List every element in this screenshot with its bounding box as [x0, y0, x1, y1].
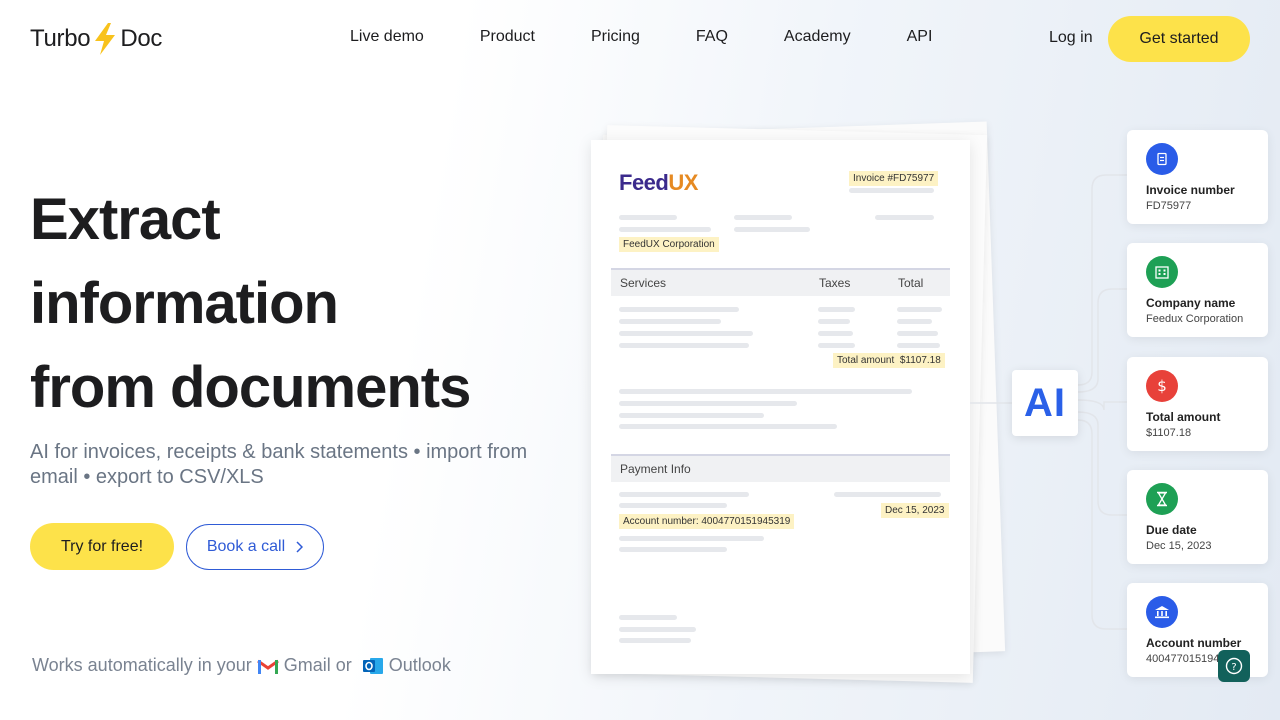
placeholder-line: [619, 401, 797, 406]
main-nav: Live demo Product Pricing FAQ Academy AP…: [350, 28, 932, 46]
works-with-email: Works automatically in your Gmail or Out…: [32, 655, 451, 676]
nav-academy[interactable]: Academy: [784, 28, 851, 46]
field-card-due-date: Due date Dec 15, 2023: [1127, 470, 1268, 564]
field-value: FD75977: [1146, 200, 1192, 212]
placeholder-line: [619, 413, 764, 418]
placeholder-line: [619, 492, 749, 497]
invoice-document: FeedUX Invoice #FD75977 FeedUX Corporati…: [591, 140, 970, 674]
help-chat-button[interactable]: ?: [1218, 650, 1250, 682]
ai-processor-box: AI: [1012, 370, 1078, 436]
payment-info-label: Payment Info: [620, 462, 691, 476]
placeholder-line: [897, 319, 932, 324]
account-number-highlight: Account number: 4004770151945319: [619, 514, 795, 529]
nav-product[interactable]: Product: [480, 28, 535, 46]
placeholder-line: [897, 307, 942, 312]
field-title: Company name: [1146, 296, 1236, 310]
logo[interactable]: Turbo Doc: [30, 22, 162, 56]
feedux-logo: FeedUX: [619, 170, 698, 196]
nav-api[interactable]: API: [907, 28, 933, 46]
col-services: Services: [620, 276, 667, 290]
get-started-button[interactable]: Get started: [1108, 16, 1250, 62]
hourglass-icon: [1146, 483, 1178, 515]
bank-icon: [1146, 596, 1178, 628]
services-table-header: Services Taxes Total: [611, 268, 950, 296]
payment-info-header: Payment Info: [611, 454, 950, 482]
field-card-company-name: Company name Feedux Corporation: [1127, 243, 1268, 337]
gmail-label: Gmail: [283, 655, 331, 675]
placeholder-line: [875, 215, 934, 220]
placeholder-line: [619, 319, 721, 324]
or-label: or: [335, 655, 352, 675]
placeholder-line: [818, 343, 855, 348]
outlook-icon: [362, 657, 383, 674]
field-card-invoice-number: Invoice number FD75977: [1127, 130, 1268, 224]
placeholder-line: [897, 343, 940, 348]
placeholder-line: [897, 331, 938, 336]
works-prefix: Works automatically in your: [32, 655, 252, 675]
brand-ux: UX: [668, 170, 698, 195]
placeholder-line: [619, 331, 753, 336]
logo-text-turbo: Turbo: [30, 25, 91, 52]
hero-headline: Extract information from documents: [30, 178, 471, 430]
nav-pricing[interactable]: Pricing: [591, 28, 640, 46]
book-a-call-label: Book a call: [206, 538, 286, 555]
col-taxes: Taxes: [819, 276, 851, 290]
total-amount-label: Total amount: [837, 355, 895, 366]
nav-faq[interactable]: FAQ: [696, 28, 728, 46]
total-amount-value: $1107.18: [899, 355, 941, 366]
placeholder-line: [834, 492, 941, 497]
placeholder-line: [849, 188, 934, 193]
placeholder-line: [619, 615, 677, 620]
book-a-call-button[interactable]: Book a call: [186, 524, 324, 570]
building-icon: [1146, 256, 1178, 288]
placeholder-line: [818, 331, 853, 336]
field-card-total-amount: $ Total amount $1107.18: [1127, 357, 1268, 451]
field-title: Due date: [1146, 523, 1197, 537]
company-highlight: FeedUX Corporation: [619, 237, 719, 252]
headline-line-2: information: [30, 271, 339, 336]
dollar-icon: $: [1146, 370, 1178, 402]
placeholder-line: [619, 343, 749, 348]
document-icon: [1146, 143, 1178, 175]
placeholder-line: [734, 215, 792, 220]
placeholder-line: [818, 307, 855, 312]
svg-text:?: ?: [1231, 662, 1236, 673]
placeholder-line: [619, 424, 837, 429]
placeholder-line: [619, 627, 696, 632]
dollar-glyph: $: [1157, 377, 1167, 395]
placeholder-line: [619, 227, 711, 232]
placeholder-line: [619, 536, 764, 541]
placeholder-line: [734, 227, 810, 232]
placeholder-line: [818, 319, 850, 324]
invoice-number-highlight: Invoice #FD75977: [849, 171, 939, 186]
field-value: $1107.18: [1146, 427, 1192, 439]
nav-live-demo[interactable]: Live demo: [350, 28, 424, 46]
placeholder-line: [619, 547, 727, 552]
field-title: Invoice number: [1146, 183, 1235, 197]
placeholder-line: [619, 503, 727, 508]
logo-text-doc: Doc: [120, 25, 163, 52]
field-title: Account number: [1146, 636, 1242, 650]
login-link[interactable]: Log in: [1049, 29, 1093, 47]
try-for-free-button[interactable]: Try for free!: [30, 523, 174, 570]
total-amount-highlight: Total amount $1107.18: [833, 353, 945, 368]
field-title: Total amount: [1146, 410, 1221, 424]
chevron-right-icon: [296, 541, 304, 553]
brand-feed: Feed: [619, 170, 669, 195]
due-date-highlight: Dec 15, 2023: [881, 503, 949, 518]
placeholder-line: [619, 215, 677, 220]
placeholder-line: [619, 638, 691, 643]
lightning-bolt-icon: [95, 23, 116, 55]
hero-subhead: AI for invoices, receipts & bank stateme…: [30, 441, 528, 488]
headline-line-3: from documents: [30, 355, 471, 420]
field-value: Feedux Corporation: [1146, 313, 1244, 325]
help-question-icon: ?: [1225, 657, 1243, 675]
col-total: Total: [898, 276, 924, 290]
placeholder-line: [619, 307, 739, 312]
placeholder-line: [619, 389, 912, 394]
headline-line-1: Extract: [30, 187, 221, 252]
field-value: Dec 15, 2023: [1146, 540, 1212, 552]
outlook-label: Outlook: [388, 655, 451, 675]
gmail-icon: [256, 658, 279, 674]
